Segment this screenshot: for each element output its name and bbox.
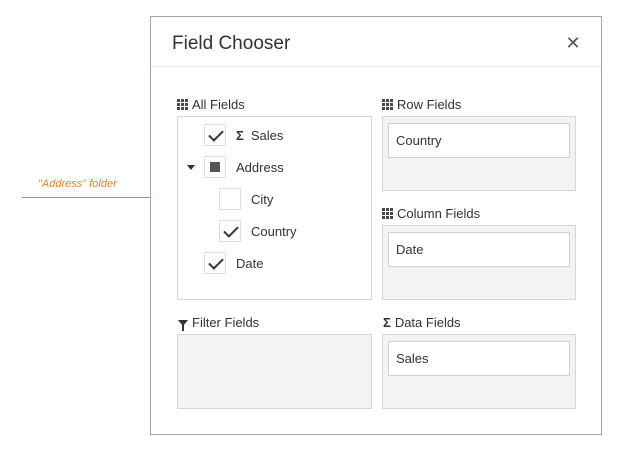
- dialog-title: Field Chooser: [172, 33, 291, 54]
- sigma-icon: Σ: [236, 127, 244, 143]
- row-fields-label: Row Fields: [397, 97, 462, 112]
- sales-checkbox[interactable]: [204, 124, 226, 146]
- tree-item-address[interactable]: Address: [187, 155, 284, 179]
- all-fields-tree: Σ Sales Address City Country Date: [177, 116, 372, 300]
- tree-item-label: Date: [236, 255, 264, 271]
- address-checkbox[interactable]: [204, 156, 226, 178]
- row-fields-header: Row Fields: [382, 97, 461, 112]
- sigma-icon: Σ: [383, 315, 391, 330]
- close-icon: ✕: [565, 33, 581, 53]
- column-fields-area[interactable]: Date: [382, 225, 576, 300]
- date-checkbox[interactable]: [204, 252, 226, 274]
- filter-fields-header: Filter Fields: [178, 315, 260, 331]
- annotation-leader-line: [22, 197, 154, 198]
- filter-icon: [178, 319, 188, 331]
- column-fields-label: Column Fields: [397, 206, 481, 221]
- field-chooser-dialog: Field Chooser ✕ All Fields Σ Sales Addre…: [150, 16, 602, 435]
- filter-fields-label: Filter Fields: [192, 315, 260, 330]
- grid-icon: [177, 99, 188, 110]
- expand-caret-icon[interactable]: [187, 164, 195, 170]
- all-fields-label: All Fields: [192, 97, 245, 112]
- row-fields-area[interactable]: Country: [382, 116, 576, 191]
- tree-item-city[interactable]: City: [219, 187, 273, 211]
- column-fields-header: Column Fields: [382, 206, 480, 221]
- data-fields-area[interactable]: Sales: [382, 334, 576, 409]
- all-fields-header: All Fields: [177, 97, 245, 112]
- tree-item-label: Address: [236, 159, 284, 175]
- tree-item-label: Country: [251, 223, 297, 239]
- dialog-titlebar: Field Chooser ✕: [151, 17, 601, 67]
- close-button[interactable]: ✕: [559, 30, 587, 56]
- tree-item-date[interactable]: Date: [204, 251, 263, 275]
- grid-icon: [382, 208, 393, 219]
- grid-icon: [382, 99, 393, 110]
- filter-fields-area[interactable]: [177, 334, 372, 409]
- tree-item-country[interactable]: Country: [219, 219, 297, 243]
- data-field-sales[interactable]: Sales: [388, 341, 570, 376]
- column-field-date[interactable]: Date: [388, 232, 570, 267]
- data-fields-label: Data Fields: [394, 315, 461, 330]
- tree-item-sales[interactable]: Σ Sales: [204, 123, 283, 147]
- tree-item-label: Sales: [250, 127, 284, 143]
- country-checkbox[interactable]: [219, 220, 241, 242]
- data-fields-header: Σ Data Fields: [383, 315, 461, 330]
- city-checkbox[interactable]: [219, 188, 241, 210]
- tree-item-label: City: [251, 191, 274, 207]
- address-folder-annotation: "Address" folder: [38, 178, 117, 190]
- row-field-country[interactable]: Country: [388, 123, 570, 158]
